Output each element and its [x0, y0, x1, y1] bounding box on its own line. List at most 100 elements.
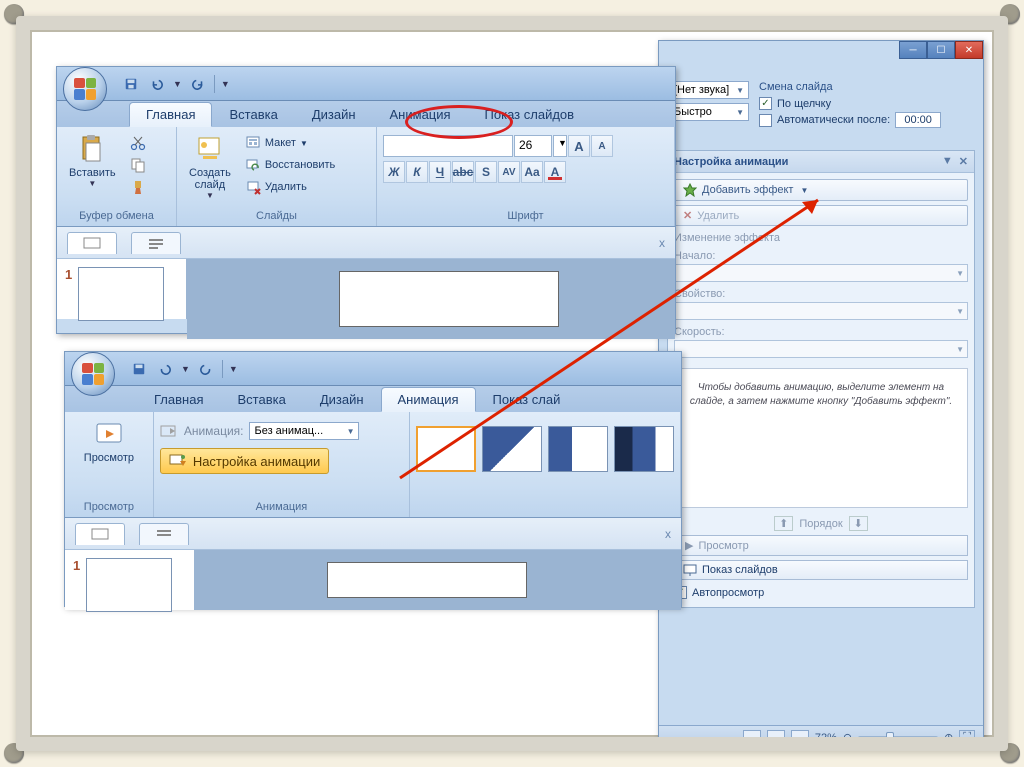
play-button[interactable]: ▶ Просмотр — [674, 535, 968, 556]
taskpane-close-icon[interactable]: ✕ — [959, 155, 968, 168]
slideshow-label: Показ слайдов — [702, 564, 778, 576]
outline-close[interactable]: x — [659, 236, 665, 250]
sorter-view-icon[interactable] — [767, 730, 785, 746]
font-size-dropdown[interactable]: ▼ — [553, 135, 567, 157]
slides-tab[interactable] — [75, 523, 125, 545]
tab-design[interactable]: Дизайн — [303, 387, 381, 412]
autopreview-checkbox[interactable]: ✓Автопросмотр — [674, 586, 968, 599]
custom-animation-button[interactable]: Настройка анимации — [160, 448, 329, 474]
remove-label: Удалить — [697, 210, 739, 222]
outline-tab-icon — [146, 236, 166, 250]
slideshow-view-icon[interactable] — [791, 730, 809, 746]
case-button[interactable]: Aa — [521, 161, 543, 183]
copy-button[interactable] — [126, 155, 150, 175]
custom-animation-pane: Настройка анимации ▼✕ Добавить эффект ▼ … — [667, 150, 975, 608]
on-click-checkbox[interactable]: ✓По щелчку — [759, 97, 973, 110]
zoom-slider[interactable] — [858, 736, 938, 740]
office-button[interactable] — [71, 352, 115, 396]
clipboard-icon — [76, 133, 108, 165]
taskpane-menu-icon[interactable]: ▼ — [942, 155, 953, 168]
tab-slideshow[interactable]: Показ слай — [476, 387, 578, 412]
tab-design[interactable]: Дизайн — [295, 102, 373, 127]
italic-button[interactable]: К — [406, 161, 428, 183]
underline-button[interactable]: Ч — [429, 161, 451, 183]
slide-thumbnail[interactable]: 1 — [65, 267, 178, 321]
animation-combo[interactable]: Без анимац...▼ — [249, 422, 359, 440]
transition-thumb[interactable] — [614, 426, 674, 472]
font-size-combo[interactable]: 26 — [514, 135, 552, 157]
outline-close[interactable]: x — [665, 527, 671, 541]
format-painter-button[interactable] — [126, 177, 150, 197]
qat-customize-icon[interactable]: ▼ — [229, 364, 238, 374]
outline-tab[interactable] — [131, 232, 181, 254]
font-color-button[interactable]: A — [544, 161, 566, 183]
layout-button[interactable]: Макет ▼ — [241, 133, 339, 153]
transition-none[interactable] — [416, 426, 476, 472]
slide-canvas[interactable] — [339, 271, 559, 327]
transition-thumb[interactable] — [482, 426, 542, 472]
bold-button[interactable]: Ж — [383, 161, 405, 183]
qat-customize-icon[interactable]: ▼ — [221, 79, 230, 89]
slide-canvas[interactable] — [327, 562, 527, 598]
tab-animation[interactable]: Анимация — [381, 387, 476, 412]
speed-combo[interactable]: Быстро▼ — [669, 103, 749, 121]
animate-icon — [160, 423, 178, 439]
thumbnail-preview — [86, 558, 172, 612]
font-name-combo[interactable] — [383, 135, 513, 157]
undo-icon[interactable] — [155, 359, 175, 379]
reset-button[interactable]: Восстановить — [241, 155, 339, 175]
group-font: 26 ▼ A A Ж К Ч abc S AV Aa — [377, 127, 675, 226]
sound-combo[interactable]: [Нет звука]▼ — [669, 81, 749, 99]
save-icon[interactable] — [129, 359, 149, 379]
transition-thumb[interactable] — [548, 426, 608, 472]
redo-icon[interactable] — [196, 359, 216, 379]
zoom-in-icon[interactable]: ⊕ — [944, 731, 953, 744]
thumbnail-preview — [78, 267, 164, 321]
save-icon[interactable] — [121, 74, 141, 94]
outline-tab[interactable] — [139, 523, 189, 545]
tab-animation[interactable]: Анимация — [373, 102, 468, 127]
preview-label: Просмотр — [84, 452, 134, 464]
office-button[interactable] — [63, 67, 107, 111]
new-slide-button[interactable]: Создать слайд ▼ — [183, 129, 237, 204]
scissors-icon — [130, 135, 146, 151]
fit-icon[interactable]: ⛶ — [959, 730, 975, 745]
shrink-font-button[interactable]: A — [591, 135, 613, 157]
new-slide-label: Создать слайд — [189, 167, 231, 191]
paste-label: Вставить — [69, 167, 116, 179]
close-button[interactable]: ✕ — [955, 41, 983, 59]
strike-button[interactable]: abc — [452, 161, 474, 183]
cut-button[interactable] — [126, 133, 150, 153]
undo-icon[interactable] — [147, 74, 167, 94]
slideshow-button[interactable]: Показ слайдов — [674, 560, 968, 580]
shadow-button[interactable]: S — [475, 161, 497, 183]
add-effect-button[interactable]: Добавить эффект ▼ — [674, 179, 968, 201]
spacing-button[interactable]: AV — [498, 161, 520, 183]
normal-view-icon[interactable] — [743, 730, 761, 746]
redo-icon[interactable] — [188, 74, 208, 94]
tab-home[interactable]: Главная — [129, 102, 212, 127]
auto-after-time[interactable]: 00:00 — [895, 112, 941, 128]
grow-font-button[interactable]: A — [568, 135, 590, 157]
slides-tab[interactable] — [67, 232, 117, 254]
tab-insert[interactable]: Вставка — [212, 102, 294, 127]
office-logo-icon — [74, 78, 96, 100]
maximize-button[interactable]: ☐ — [927, 41, 955, 59]
preview-button[interactable]: Просмотр — [78, 414, 140, 468]
zoom-out-icon[interactable]: ⊖ — [843, 731, 852, 744]
undo-dropdown-icon[interactable]: ▼ — [181, 364, 190, 374]
new-slide-icon — [194, 133, 226, 165]
paste-button[interactable]: Вставить ▼ — [63, 129, 122, 192]
slide-thumbnail[interactable]: 1 — [73, 558, 186, 612]
move-down-icon: ⬇ — [849, 516, 868, 531]
play-label: Просмотр — [698, 540, 748, 552]
delete-button[interactable]: Удалить — [241, 177, 339, 197]
auto-after-checkbox[interactable]: Автоматически после: 00:00 — [759, 112, 973, 128]
tab-slideshow[interactable]: Показ слайдов — [468, 102, 592, 127]
minimize-button[interactable]: ─ — [899, 41, 927, 59]
tab-home[interactable]: Главная — [137, 387, 220, 412]
tab-insert[interactable]: Вставка — [220, 387, 302, 412]
speed-combo2: ▼ — [674, 340, 968, 358]
undo-dropdown-icon[interactable]: ▼ — [173, 79, 182, 89]
group-clipboard: Вставить ▼ Буфер обмена — [57, 127, 177, 226]
